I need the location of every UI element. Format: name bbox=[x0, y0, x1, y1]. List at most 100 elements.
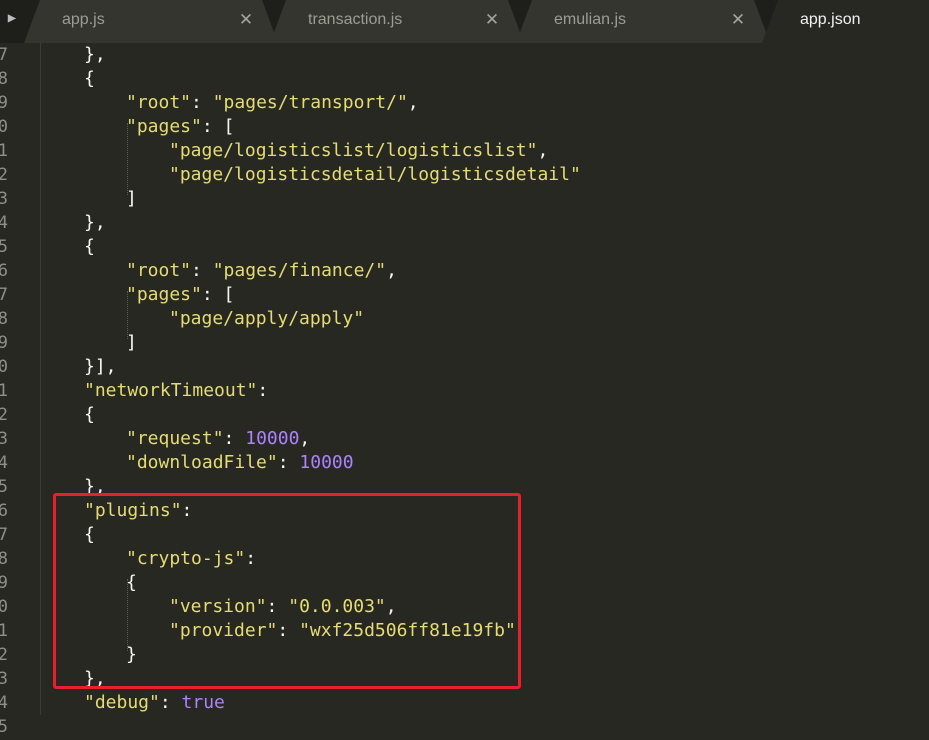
code-line: "root": "pages/finance/", bbox=[126, 259, 397, 283]
line-number: 9 bbox=[0, 333, 8, 353]
code-token: ] bbox=[126, 332, 137, 353]
line-number: 8 bbox=[0, 69, 8, 89]
line-number: 6 bbox=[0, 261, 8, 281]
line-number: 2 bbox=[0, 405, 8, 425]
close-icon[interactable]: ✕ bbox=[482, 8, 502, 32]
highlight-box bbox=[53, 493, 521, 689]
code-token: "pages/finance/" bbox=[212, 260, 387, 281]
code-token: , bbox=[537, 140, 549, 161]
code-token: : bbox=[191, 92, 213, 113]
line-number: 1 bbox=[0, 621, 8, 641]
code-token: "request" bbox=[126, 428, 224, 449]
line-number: 7 bbox=[0, 45, 8, 65]
code-token: : bbox=[257, 380, 269, 401]
code-token: , bbox=[407, 92, 419, 113]
code-token: { bbox=[84, 404, 95, 425]
tab-label: transaction.js bbox=[308, 11, 403, 28]
tab-app-json[interactable]: app.json bbox=[762, 0, 929, 43]
line-number: 5 bbox=[0, 477, 8, 497]
line-number: 9 bbox=[0, 93, 8, 113]
line-number: 1 bbox=[0, 381, 8, 401]
code-token: "pages" bbox=[126, 284, 202, 305]
line-number: 0 bbox=[0, 357, 8, 377]
code-token: "pages/transport/" bbox=[212, 92, 408, 113]
tab-label: emulian.js bbox=[554, 11, 627, 28]
code-token: "debug" bbox=[84, 692, 160, 713]
line-number: 7 bbox=[0, 285, 8, 305]
code-token: "root" bbox=[126, 92, 192, 113]
code-line: "page/logisticslist/logisticslist", bbox=[169, 139, 548, 163]
code-token: : [ bbox=[201, 284, 235, 305]
code-token: , bbox=[386, 260, 397, 281]
line-number: 6 bbox=[0, 501, 8, 521]
code-token: : bbox=[223, 428, 246, 449]
line-number: 7 bbox=[0, 525, 8, 545]
line-number-gutter: 7 8 9 0 1 2 3 4 5 6 7 8 9 0 1 2 3 4 5 6 7 8 9 0 1 2 3 4 5 bbox=[0, 43, 40, 740]
code-token: 10000 bbox=[245, 428, 300, 449]
code-line: { bbox=[84, 403, 95, 427]
code-token: "root" bbox=[126, 260, 192, 281]
code-line: }, bbox=[84, 43, 106, 67]
line-number: 8 bbox=[0, 549, 8, 569]
code-token: true bbox=[181, 692, 225, 713]
code-line: "root": "pages/transport/", bbox=[126, 91, 419, 115]
line-number: 5 bbox=[0, 717, 8, 737]
code-token: : bbox=[191, 260, 213, 281]
code-token: , bbox=[299, 428, 311, 449]
line-number: 2 bbox=[0, 165, 8, 185]
code-token: "networkTimeout" bbox=[84, 380, 258, 401]
code-token: "page/logisticsdetail/logisticsdetail" bbox=[169, 164, 581, 185]
code-token: "downloadFile" bbox=[126, 452, 278, 473]
line-number: 9 bbox=[0, 573, 8, 593]
code-line: "debug": true bbox=[84, 691, 225, 715]
tab-scroll-arrow-icon[interactable]: ▶ bbox=[0, 0, 24, 43]
code-token: }], bbox=[84, 356, 117, 377]
line-number: 3 bbox=[0, 189, 8, 209]
line-number: 1 bbox=[0, 141, 8, 161]
tab-transaction-js[interactable]: transaction.js ✕ bbox=[270, 0, 524, 43]
line-number: 4 bbox=[0, 213, 8, 233]
line-number: 4 bbox=[0, 453, 8, 473]
code-token: 10000 bbox=[299, 452, 354, 473]
line-number: 5 bbox=[0, 237, 8, 257]
line-number: 4 bbox=[0, 693, 8, 713]
line-number: 0 bbox=[0, 117, 8, 137]
line-number: 3 bbox=[0, 669, 8, 689]
tab-emulian-js[interactable]: emulian.js ✕ bbox=[516, 0, 770, 43]
code-line: }], bbox=[84, 355, 117, 379]
code-token: "page/logisticslist/logisticslist" bbox=[169, 140, 538, 161]
close-icon[interactable]: ✕ bbox=[236, 8, 256, 32]
code-editor[interactable]: 7 8 9 0 1 2 3 4 5 6 7 8 9 0 1 2 3 4 5 6 7 8 9 0 1 2 3 4 5 }, { "root":… bbox=[0, 43, 929, 740]
code-token: { bbox=[84, 68, 95, 89]
code-line: }, bbox=[84, 211, 106, 235]
code-line: { bbox=[84, 235, 95, 259]
code-line: "request": 10000, bbox=[126, 427, 310, 451]
tab-bar: ▶ app.js ✕ transaction.js ✕ emulian.js ✕… bbox=[0, 0, 929, 43]
tab-label: app.json bbox=[800, 11, 861, 28]
code-line: "pages": [ bbox=[126, 283, 234, 307]
code-line: "page/logisticsdetail/logisticsdetail" bbox=[169, 163, 581, 187]
close-icon[interactable]: ✕ bbox=[728, 8, 748, 32]
line-number: 8 bbox=[0, 309, 8, 329]
code-token: : [ bbox=[201, 116, 235, 137]
code-line: "pages": [ bbox=[126, 115, 234, 139]
code-token: { bbox=[84, 236, 95, 257]
code-token: "pages" bbox=[126, 116, 202, 137]
tab-app-js[interactable]: app.js ✕ bbox=[24, 0, 278, 43]
tab-label: app.js bbox=[62, 11, 105, 28]
code-token: }, bbox=[84, 212, 106, 233]
line-number: 2 bbox=[0, 645, 8, 665]
code-line: "networkTimeout": bbox=[84, 379, 268, 403]
code-token: ] bbox=[126, 188, 137, 209]
code-line: ] bbox=[126, 331, 137, 355]
code-token: : bbox=[277, 452, 300, 473]
line-number: 0 bbox=[0, 597, 8, 617]
code-line: "page/apply/apply" bbox=[169, 307, 364, 331]
code-token: }, bbox=[84, 44, 106, 65]
gutter-divider bbox=[40, 43, 41, 715]
code-line: { bbox=[84, 67, 95, 91]
code-line: ] bbox=[126, 187, 137, 211]
code-line: "downloadFile": 10000 bbox=[126, 451, 354, 475]
line-number: 3 bbox=[0, 429, 8, 449]
code-token: : bbox=[159, 692, 182, 713]
